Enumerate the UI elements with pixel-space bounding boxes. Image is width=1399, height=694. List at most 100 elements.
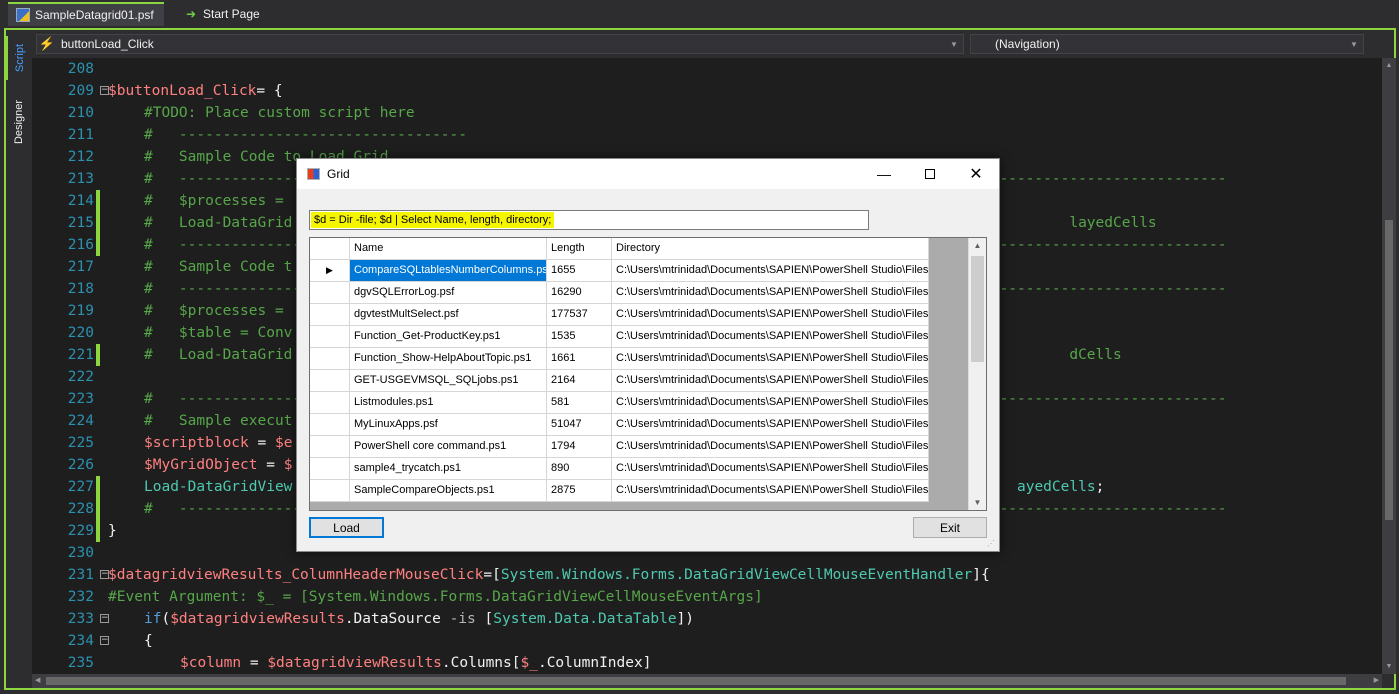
resize-grip-icon[interactable]: ⋰ — [987, 539, 997, 549]
grid-row[interactable]: Function_Get-ProductKey.ps1 1535 C:\Users\… — [310, 326, 929, 348]
grid-cell-dir[interactable]: C:\Users\mtrinidad\Documents\SAPIEN\Powe… — [612, 282, 929, 304]
grid-cell-dir[interactable]: C:\Users\mtrinidad\Documents\SAPIEN\Powe… — [612, 392, 929, 414]
scroll-down-arrow-icon[interactable]: ▼ — [969, 498, 986, 507]
grid-cell-length[interactable]: 177537 — [547, 304, 612, 326]
row-header[interactable] — [310, 304, 350, 326]
scroll-down-arrow-icon[interactable]: ▼ — [1382, 663, 1396, 670]
row-header[interactable] — [310, 370, 350, 392]
minimize-button[interactable]: — — [861, 159, 907, 189]
scroll-right-arrow-icon[interactable]: ▶ — [1374, 674, 1379, 688]
grid-cell-name[interactable]: Function_Get-ProductKey.ps1 — [350, 326, 547, 348]
grid-cell-dir[interactable]: C:\Users\mtrinidad\Documents\SAPIEN\Powe… — [612, 370, 929, 392]
grid-cell-length[interactable]: 1661 — [547, 348, 612, 370]
grid-cell-dir[interactable]: C:\Users\mtrinidad\Documents\SAPIEN\Powe… — [612, 348, 929, 370]
chevron-down-icon[interactable]: ▼ — [1345, 40, 1363, 49]
event-dropdown[interactable]: ⚡ buttonLoad_Click ▼ — [36, 34, 964, 54]
grid-cell-dir[interactable]: C:\Users\mtrinidad\Documents\SAPIEN\Powe… — [612, 304, 929, 326]
data-grid-view[interactable]: Name Length Directory ▶ CompareSQLtablesN… — [309, 237, 987, 511]
line-number: 222 — [67, 369, 94, 385]
lightning-bolt-icon: ⚡ — [38, 36, 56, 51]
grid-cell-dir[interactable]: C:\Users\mtrinidad\Documents\SAPIEN\Powe… — [612, 480, 929, 502]
load-button[interactable]: Load — [309, 517, 384, 538]
column-header-length[interactable]: Length — [547, 238, 612, 260]
grid-cell-dir[interactable]: C:\Users\mtrinidad\Documents\SAPIEN\Powe… — [612, 326, 929, 348]
grid-cell-length[interactable]: 2875 — [547, 480, 612, 502]
grid-cell-length[interactable]: 890 — [547, 458, 612, 480]
tab-start-page[interactable]: ➜ Start Page — [176, 2, 272, 26]
grid-cell-length[interactable]: 581 — [547, 392, 612, 414]
scrollbar-thumb[interactable] — [1385, 220, 1393, 520]
collapse-icon[interactable]: − — [100, 614, 109, 623]
grid-cell-length[interactable]: 51047 — [547, 414, 612, 436]
grid-cell-name[interactable]: dgvSQLErrorLog.psf — [350, 282, 547, 304]
grid-cell-name[interactable]: Function_Show-HelpAboutTopic.ps1 — [350, 348, 547, 370]
grid-cell-dir[interactable]: C:\Users\mtrinidad\Documents\SAPIEN\Powe… — [612, 458, 929, 480]
grid-row[interactable]: SampleCompareObjects.ps1 2875 C:\Users\mtr… — [310, 480, 929, 502]
scrollbar-thumb[interactable] — [971, 256, 984, 362]
maximize-button[interactable] — [907, 159, 953, 189]
grid-cell-dir[interactable]: C:\Users\mtrinidad\Documents\SAPIEN\Powe… — [612, 436, 929, 458]
tab-script[interactable]: Script — [6, 36, 32, 80]
grid-cell-name[interactable]: SampleCompareObjects.ps1 — [350, 480, 547, 502]
grid-row[interactable]: dgvtestMultSelect.psf 177537 C:\Users\mtri… — [310, 304, 929, 326]
row-header[interactable] — [310, 414, 350, 436]
navigation-dropdown[interactable]: (Navigation) ▼ — [970, 34, 1364, 54]
line-number: 217 — [67, 259, 94, 275]
grid-row[interactable]: MyLinuxApps.psf 51047 C:\Users\mtrinidad\D… — [310, 414, 929, 436]
grid-cell-name[interactable]: PowerShell core command.ps1 — [350, 436, 547, 458]
collapse-icon[interactable]: − — [100, 636, 109, 645]
grid-row[interactable]: PowerShell core command.ps1 1794 C:\Users\… — [310, 436, 929, 458]
scroll-up-arrow-icon[interactable]: ▲ — [1382, 62, 1396, 69]
column-header-name[interactable]: Name — [350, 238, 547, 260]
code-token: $buttonLoad_Click — [108, 83, 257, 99]
grid-cell-length[interactable]: 1794 — [547, 436, 612, 458]
row-header[interactable] — [310, 326, 350, 348]
row-header[interactable] — [310, 436, 350, 458]
column-header-directory[interactable]: Directory — [612, 238, 929, 260]
change-marker — [96, 58, 100, 80]
change-marker — [96, 388, 100, 410]
row-header[interactable] — [310, 392, 350, 414]
change-marker — [96, 212, 100, 234]
command-input[interactable]: $d = Dir -file; $d | Select Name, length… — [309, 210, 869, 230]
row-header[interactable] — [310, 480, 350, 502]
grid-row[interactable]: Listmodules.ps1 581 C:\Users\mtrinidad\Doc… — [310, 392, 929, 414]
scroll-up-arrow-icon[interactable]: ▲ — [969, 241, 986, 250]
tab-sampledatagrid[interactable]: SampleDatagrid01.psf — [8, 2, 164, 26]
grid-cell-name[interactable]: Listmodules.ps1 — [350, 392, 547, 414]
grid-cell-name[interactable]: CompareSQLtablesNumberColumns.ps1 — [350, 260, 547, 282]
grid-cell-length[interactable]: 1535 — [547, 326, 612, 348]
grid-row[interactable]: ▶ CompareSQLtablesNumberColumns.ps1 1655 C:… — [310, 260, 929, 282]
grid-cell-name[interactable]: dgvtestMultSelect.psf — [350, 304, 547, 326]
grid-vertical-scrollbar[interactable]: ▲ ▼ — [968, 238, 986, 510]
grid-cell-name[interactable]: sample4_trycatch.ps1 — [350, 458, 547, 480]
row-header[interactable] — [310, 458, 350, 480]
grid-cell-dir[interactable]: C:\Users\mtrinidad\Documents\SAPIEN\Powe… — [612, 414, 929, 436]
grid-cell-length[interactable]: 16290 — [547, 282, 612, 304]
scrollbar-thumb[interactable] — [46, 677, 1346, 685]
editor-vertical-scrollbar[interactable]: ▲ ▼ — [1382, 58, 1396, 674]
window-title-bar[interactable]: Grid — ✕ — [297, 159, 999, 189]
change-marker — [96, 168, 100, 190]
editor-horizontal-scrollbar[interactable]: ◀ ▶ — [32, 674, 1382, 688]
row-header-corner[interactable] — [310, 238, 350, 260]
close-button[interactable]: ✕ — [953, 159, 999, 189]
scroll-left-arrow-icon[interactable]: ◀ — [35, 674, 40, 688]
row-header[interactable] — [310, 348, 350, 370]
grid-cell-length[interactable]: 2164 — [547, 370, 612, 392]
grid-cell-length[interactable]: 1655 — [547, 260, 612, 282]
grid-row[interactable]: Function_Show-HelpAboutTopic.ps1 1661 C:\U… — [310, 348, 929, 370]
grid-row[interactable]: dgvSQLErrorLog.psf 16290 C:\Users\mtrinida… — [310, 282, 929, 304]
row-header[interactable] — [310, 282, 350, 304]
grid-cell-dir[interactable]: C:\Users\mtrinidad\Documents\SAPIEN\Powe… — [612, 260, 929, 282]
grid-row[interactable]: GET-USGEVMSQL_SQLjobs.ps1 2164 C:\Users\mt… — [310, 370, 929, 392]
chevron-down-icon[interactable]: ▼ — [945, 40, 963, 49]
tab-designer[interactable]: Designer — [6, 90, 32, 154]
current-row-indicator-icon[interactable]: ▶ — [310, 260, 350, 282]
grid-cell-name[interactable]: MyLinuxApps.psf — [350, 414, 547, 436]
code-text: $scriptblock = $e — [144, 432, 292, 454]
grid-cell-name[interactable]: GET-USGEVMSQL_SQLjobs.ps1 — [350, 370, 547, 392]
grid-row[interactable]: sample4_trycatch.ps1 890 C:\Users\mtrinida… — [310, 458, 929, 480]
exit-button[interactable]: Exit — [913, 517, 987, 538]
line-number: 216 — [67, 237, 94, 253]
